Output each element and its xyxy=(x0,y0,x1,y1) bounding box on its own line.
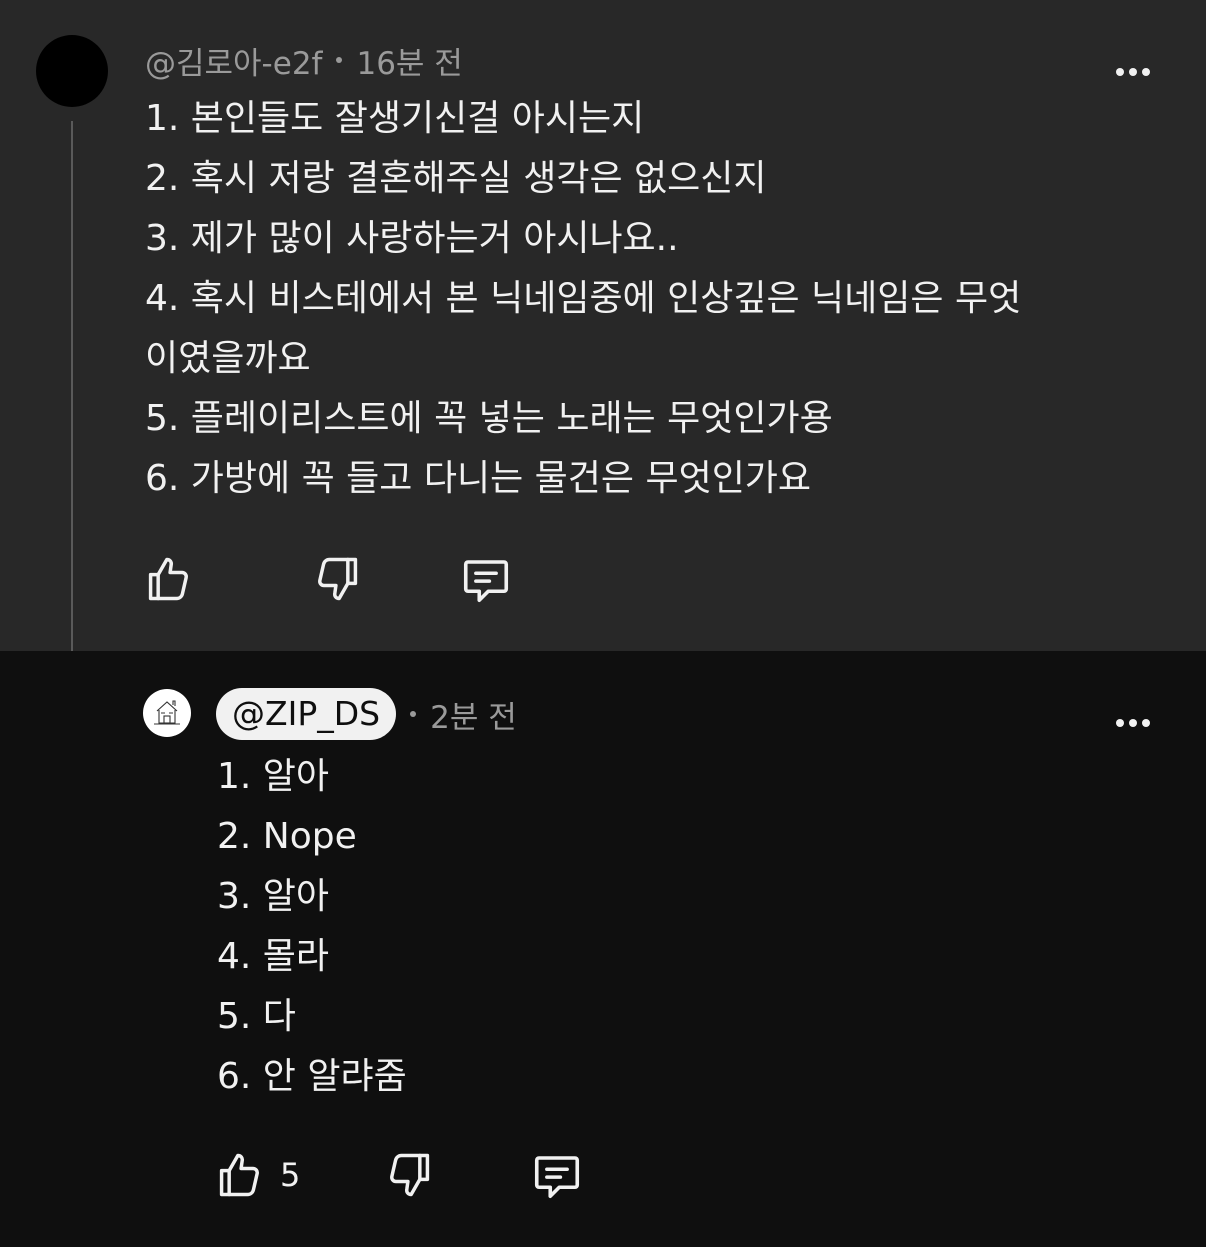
reply-comment-time[interactable]: 2분 전 xyxy=(430,692,517,737)
house-sketch-avatar xyxy=(154,700,180,725)
comment-line: 4. 몰라 xyxy=(217,936,330,977)
reply-like-button[interactable]: 5 xyxy=(214,1149,300,1201)
thumb-up-icon xyxy=(148,557,188,601)
parent-comment: @김로아-e2f 16분 전 1. 본인들도 잘생기신걸 아시는지 2. 혹시 … xyxy=(0,0,1206,651)
more-dot xyxy=(1142,68,1150,76)
comment-line: 4. 혹시 비스테에서 본 닉네임중에 인상깊은 닉네임은 무엇 xyxy=(145,278,1022,319)
parent-comment-text: 1. 본인들도 잘생기신걸 아시는지 2. 혹시 저랑 결혼해주실 생각은 없으… xyxy=(145,89,1021,509)
more-dot xyxy=(1116,719,1124,727)
comment-line: 6. 안 알랴줌 xyxy=(217,1056,407,1097)
reply-dislike-button[interactable] xyxy=(383,1149,435,1201)
parent-author-name[interactable]: @김로아-e2f xyxy=(145,38,322,83)
parent-comment-time[interactable]: 16분 전 xyxy=(356,38,462,83)
comment-line: 1. 알아 xyxy=(217,756,330,797)
reply-icon xyxy=(463,560,509,603)
reply-more-button[interactable] xyxy=(1116,719,1150,727)
parent-comment-meta: @김로아-e2f 16분 전 xyxy=(145,38,463,82)
thumb-down-icon xyxy=(318,557,358,601)
comment-line: 이였을까요 xyxy=(145,338,311,379)
separator-dot xyxy=(410,711,417,717)
separator-dot xyxy=(336,57,343,63)
thumb-up-icon xyxy=(219,1153,259,1197)
parent-reply-button[interactable] xyxy=(459,553,513,607)
more-dot xyxy=(1129,68,1137,76)
reply-comment-meta: @ZIP_DS 2분 전 xyxy=(216,688,517,740)
comment-line: 5. 플레이리스트에 꼭 넣는 노래는 무엇인가용 xyxy=(145,398,833,439)
parent-avatar[interactable] xyxy=(36,35,108,107)
comment-line: 3. 알아 xyxy=(217,876,330,917)
reply-reply-button[interactable] xyxy=(530,1149,584,1203)
reply-author-chip[interactable]: @ZIP_DS xyxy=(216,688,397,740)
comment-line: 1. 본인들도 잘생기신걸 아시는지 xyxy=(145,98,645,139)
parent-like-button[interactable] xyxy=(143,553,195,605)
comment-line: 6. 가방에 꼭 들고 다니는 물건은 무엇인가요 xyxy=(145,458,812,499)
parent-more-button[interactable] xyxy=(1116,68,1150,76)
comment-line: 2. 혹시 저랑 결혼해주실 생각은 없으신지 xyxy=(145,158,767,199)
reply-icon xyxy=(534,1156,580,1199)
reply-avatar[interactable] xyxy=(143,689,191,737)
comment-line: 5. 다 xyxy=(217,996,296,1037)
more-dot xyxy=(1116,68,1124,76)
reply-comment-text: 1. 알아 2. Nope 3. 알아 4. 몰라 5. 다 6. 안 알랴줌 xyxy=(217,747,407,1107)
comments-page: @김로아-e2f 16분 전 1. 본인들도 잘생기신걸 아시는지 2. 혹시 … xyxy=(0,0,1206,1247)
more-dot xyxy=(1129,719,1137,727)
reply-comment xyxy=(0,651,1206,1247)
comment-line: 3. 제가 많이 사랑하는거 아시나요.. xyxy=(145,218,679,259)
thumb-down-icon xyxy=(390,1153,430,1197)
parent-dislike-button[interactable] xyxy=(311,553,363,605)
comment-line: 2. Nope xyxy=(217,816,357,857)
more-dot xyxy=(1142,719,1150,727)
thread-connector xyxy=(71,121,133,709)
like-count: 5 xyxy=(280,1156,301,1194)
